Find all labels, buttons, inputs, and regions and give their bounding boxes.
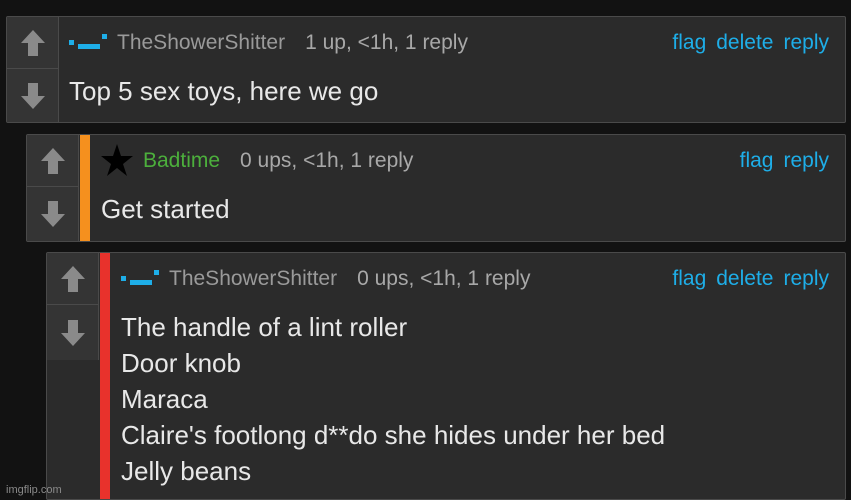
- delete-link[interactable]: delete: [716, 267, 773, 291]
- comment-body: Top 5 sex toys, here we go: [69, 73, 829, 109]
- thread-accent-bar: [100, 253, 110, 499]
- username-link[interactable]: Badtime: [143, 149, 220, 173]
- arrow-down-icon: [40, 201, 65, 227]
- arrow-up-icon: [40, 147, 65, 174]
- arrow-up-icon: [20, 29, 45, 56]
- comment-2: Badtime 0 ups, <1h, 1 reply flag reply G…: [26, 134, 846, 242]
- comment-meta: TheShowerShitter 1 up, <1h, 1 reply flag…: [69, 29, 845, 57]
- comment-body: The handle of a lint roller Door knob Ma…: [121, 309, 829, 489]
- comment-text: Get started: [101, 194, 230, 224]
- comment-stats: 1 up, <1h, 1 reply: [305, 31, 468, 54]
- comment-stats: 0 ups, <1h, 1 reply: [240, 149, 414, 172]
- downvote-button[interactable]: [47, 305, 98, 360]
- reply-link[interactable]: reply: [783, 267, 829, 291]
- thread-accent-bar: [80, 135, 90, 241]
- delete-link[interactable]: delete: [716, 31, 773, 55]
- comment-meta: Badtime 0 ups, <1h, 1 reply flag reply: [101, 144, 845, 176]
- comment-content: Badtime 0 ups, <1h, 1 reply flag reply G…: [101, 135, 845, 241]
- comment-line: Maraca: [121, 384, 208, 414]
- comment-line: Door knob: [121, 348, 241, 378]
- comment-actions: flag reply: [740, 147, 829, 175]
- reply-link[interactable]: reply: [783, 31, 829, 55]
- comment-stats: 0 ups, <1h, 1 reply: [357, 267, 531, 290]
- comment-line: Jelly beans: [121, 456, 252, 486]
- comment-3: TheShowerShitter 0 ups, <1h, 1 reply fla…: [46, 252, 846, 500]
- downvote-button[interactable]: [7, 69, 58, 122]
- comment-line: Claire's footlong d**do she hides under …: [121, 420, 666, 450]
- upvote-button[interactable]: [47, 253, 98, 305]
- upvote-button[interactable]: [27, 135, 78, 187]
- flag-link[interactable]: flag: [740, 149, 774, 173]
- downvote-button[interactable]: [27, 187, 78, 241]
- flag-link[interactable]: flag: [672, 267, 706, 291]
- arrow-up-icon: [60, 265, 85, 292]
- reply-link[interactable]: reply: [783, 149, 829, 173]
- comment-content: TheShowerShitter 1 up, <1h, 1 reply flag…: [69, 17, 845, 122]
- comment-line: The handle of a lint roller: [121, 312, 408, 342]
- vote-column: [27, 135, 79, 241]
- watermark: imgflip.com: [6, 484, 62, 496]
- dash-user-icon: [69, 30, 109, 56]
- star-icon: [101, 144, 133, 176]
- username-link[interactable]: TheShowerShitter: [117, 31, 285, 55]
- username-link[interactable]: TheShowerShitter: [169, 267, 337, 291]
- comment-body: Get started: [101, 191, 829, 227]
- flag-link[interactable]: flag: [672, 31, 706, 55]
- comment-meta: TheShowerShitter 0 ups, <1h, 1 reply fla…: [121, 265, 845, 293]
- upvote-button[interactable]: [7, 17, 58, 69]
- comment-actions: flag delete reply: [672, 265, 829, 293]
- vote-column: [7, 17, 59, 122]
- comment-1: TheShowerShitter 1 up, <1h, 1 reply flag…: [6, 16, 846, 123]
- comment-actions: flag delete reply: [672, 29, 829, 57]
- vote-column: [47, 253, 99, 360]
- comment-text: Top 5 sex toys, here we go: [69, 76, 379, 106]
- arrow-down-icon: [60, 319, 85, 346]
- dash-user-icon: [121, 266, 161, 292]
- comment-content: TheShowerShitter 0 ups, <1h, 1 reply fla…: [121, 253, 845, 499]
- arrow-down-icon: [20, 82, 45, 109]
